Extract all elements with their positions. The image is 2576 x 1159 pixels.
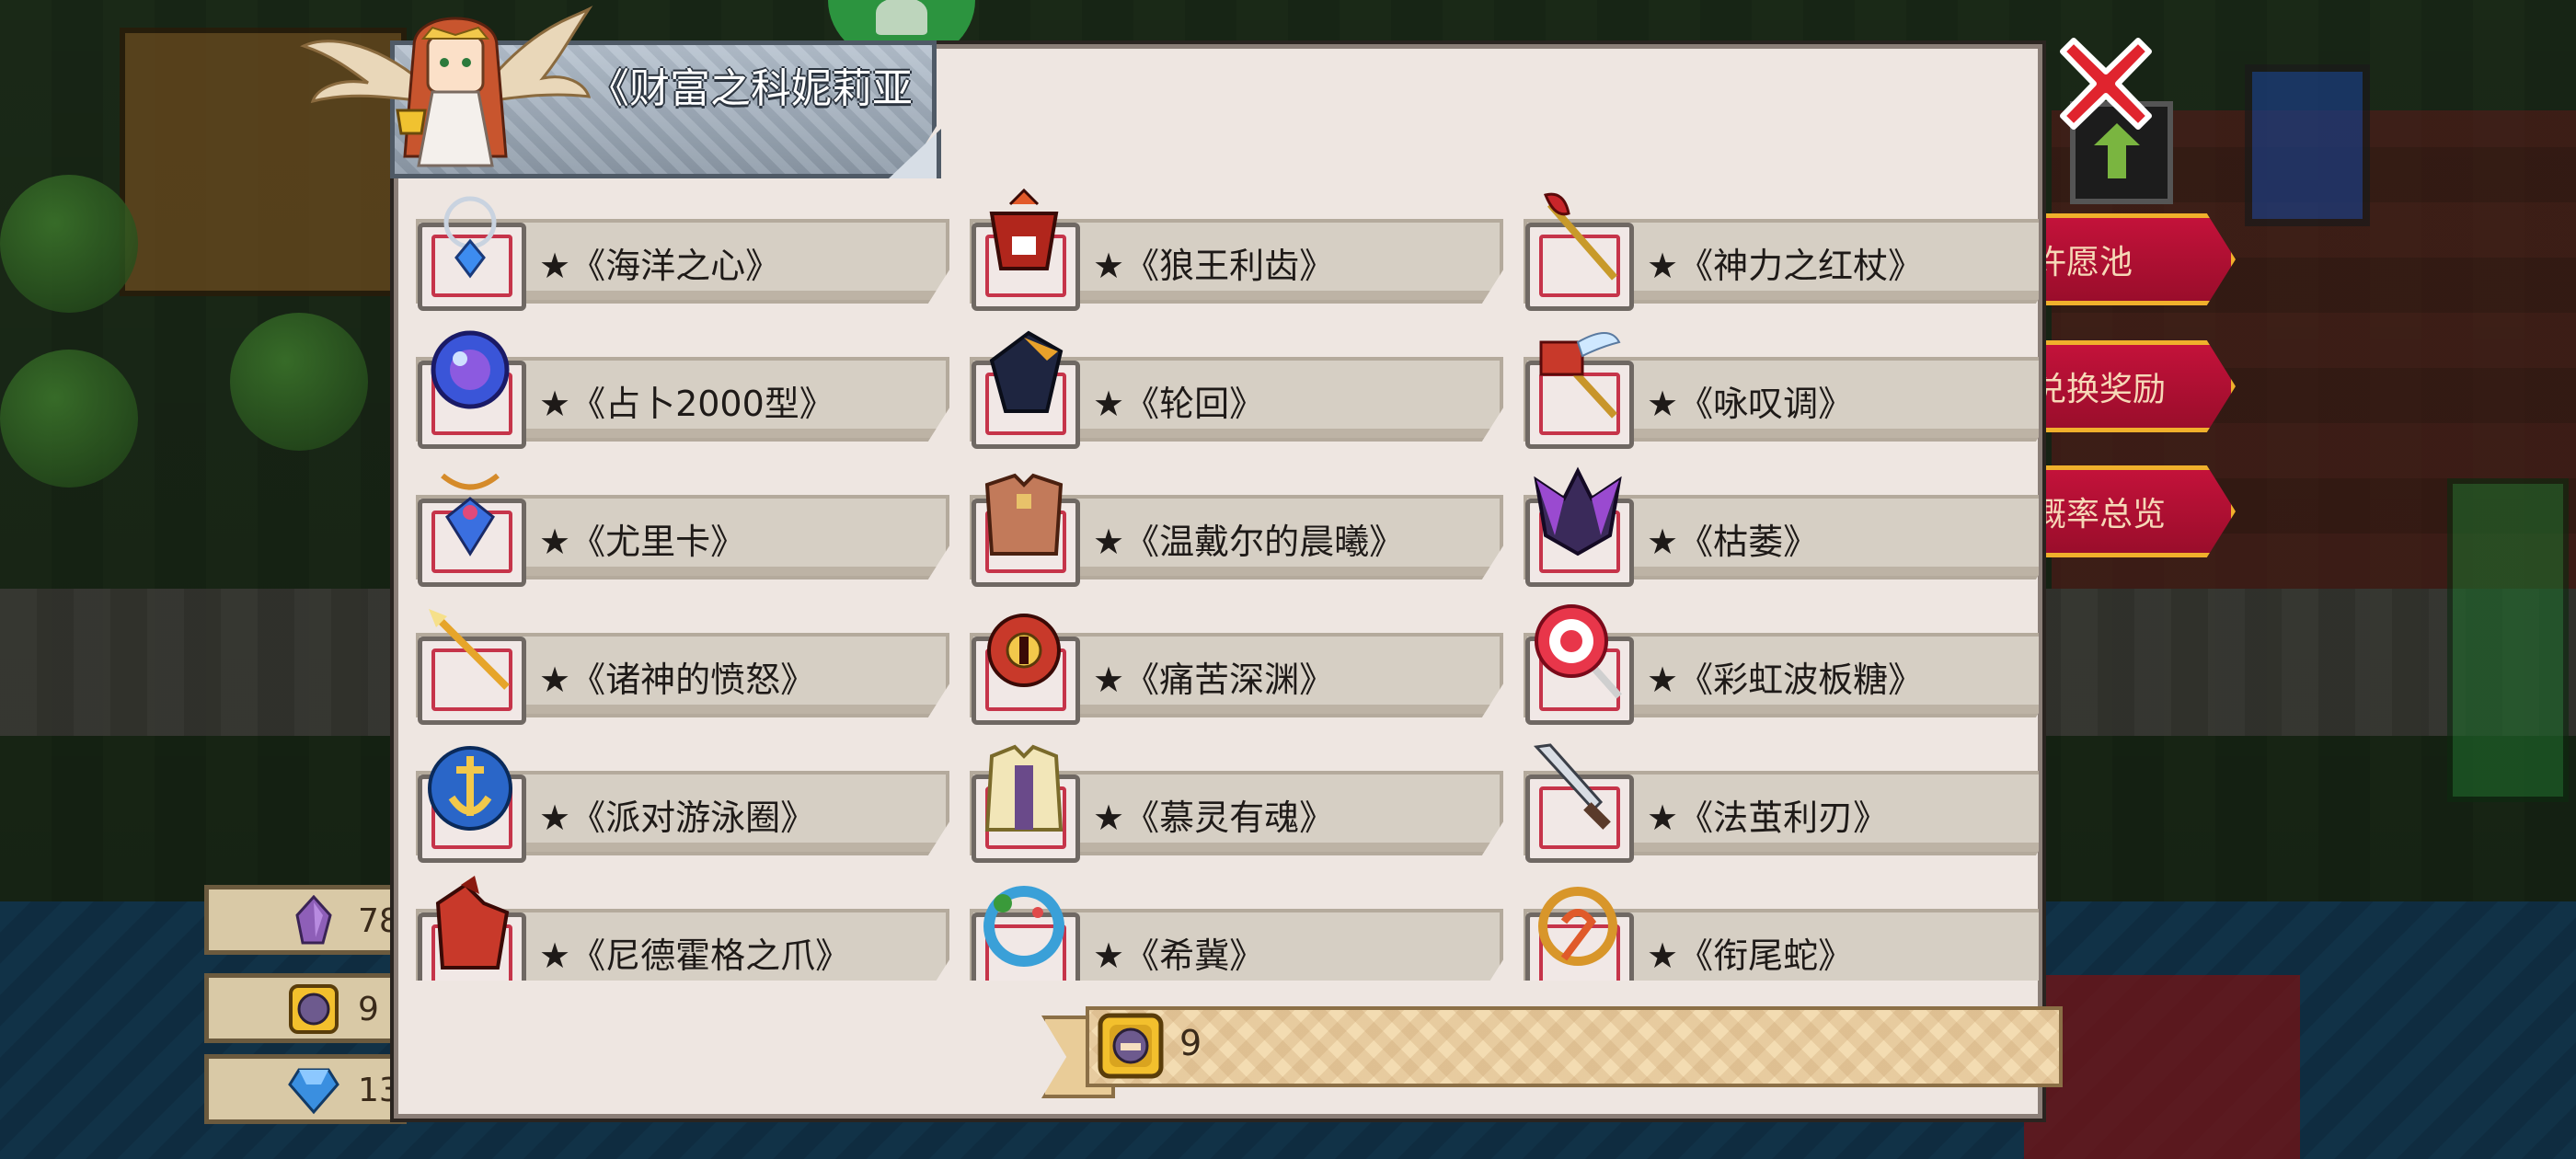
amulet-icon xyxy=(441,473,500,557)
item-cell[interactable]: ★《轮回》 xyxy=(955,318,1509,456)
purple-crystal-icon xyxy=(295,895,332,945)
token-icon xyxy=(1098,1013,1164,1079)
item-cell[interactable]: ★《衔尾蛇》 xyxy=(1509,870,2039,981)
item-label: ★《派对游泳圈》 xyxy=(539,798,816,838)
item-label: ★《诸神的愤怒》 xyxy=(539,660,816,700)
item-list[interactable]: ★《海洋之心》 ★《狼王利齿》 ★《神力之红杖》 ★《占卜2000型》 ★《轮回》 ★《咏… xyxy=(401,180,2039,981)
item-label: ★《轮回》 xyxy=(1093,384,1265,424)
item-cell[interactable]: ★《海洋之心》 xyxy=(401,180,955,318)
crystal-ball-icon xyxy=(431,330,510,409)
item-cell[interactable]: ★《尼德霍格之爪》 xyxy=(401,870,955,981)
character-portrait xyxy=(300,6,593,167)
sword-icon xyxy=(1533,743,1611,830)
shovel-icon xyxy=(876,0,927,35)
red-staff-icon xyxy=(1543,192,1618,281)
abyss-eye-icon xyxy=(987,614,1061,687)
item-cell[interactable]: ★《温戴尔的晨曦》 xyxy=(955,456,1509,594)
close-button[interactable] xyxy=(2057,35,2155,132)
winged-hammer-icon xyxy=(1539,332,1621,419)
item-cell[interactable]: ★《慕灵有魂》 xyxy=(955,732,1509,870)
garden xyxy=(2447,478,2569,802)
currency-gem: 13 xyxy=(204,1054,407,1124)
item-cell[interactable]: ★《咏叹调》 xyxy=(1509,318,2039,456)
robe-icon xyxy=(984,744,1064,832)
currency-bar-value: 9 xyxy=(1179,1023,1202,1063)
item-cell[interactable]: ★《占卜2000型》 xyxy=(401,318,955,456)
dialog-title: 《财富之科妮莉亚 xyxy=(589,65,913,112)
item-label: ★《海洋之心》 xyxy=(539,246,781,286)
item-cell[interactable]: ★《枯萎》 xyxy=(1509,456,2039,594)
item-label: ★《尼德霍格之爪》 xyxy=(539,935,851,976)
golden-spear-icon xyxy=(429,609,510,690)
item-cell[interactable]: ★《彩虹波板糖》 xyxy=(1509,594,2039,732)
item-cell[interactable]: ★《神力之红杖》 xyxy=(1509,180,2039,318)
item-label: ★《法茧利刃》 xyxy=(1647,798,1889,838)
tree xyxy=(0,175,138,313)
item-cell[interactable]: ★《派对游泳圈》 xyxy=(401,732,955,870)
dark-wings-icon xyxy=(1534,466,1622,557)
item-label: ★《占卜2000型》 xyxy=(539,384,834,424)
item-cell[interactable]: ★《希冀》 xyxy=(955,870,1509,981)
item-label: ★《神力之红杖》 xyxy=(1647,246,1924,286)
anchor-icon xyxy=(428,746,512,831)
ouroboros-icon xyxy=(1538,887,1617,966)
item-label: ★《温戴尔的晨曦》 xyxy=(1093,522,1405,562)
currency-bar xyxy=(1086,1006,2063,1087)
tree xyxy=(0,350,138,488)
item-label: ★《希冀》 xyxy=(1093,935,1265,976)
currency-crystal: 78 xyxy=(204,885,407,955)
item-label: ★《咏叹调》 xyxy=(1647,384,1854,424)
red-floor xyxy=(2024,975,2300,1159)
item-cell[interactable]: ★《法茧利刃》 xyxy=(1509,732,2039,870)
serpent-ring-icon xyxy=(983,886,1064,967)
item-label: ★《尤里卡》 xyxy=(539,522,746,562)
item-label: ★《痛苦深渊》 xyxy=(1093,660,1335,700)
item-label: ★《彩虹波板糖》 xyxy=(1647,660,1924,700)
token-icon xyxy=(289,984,339,1034)
lollipop-icon xyxy=(1535,604,1622,699)
wolf-fang-icon xyxy=(989,188,1059,270)
tree xyxy=(230,313,368,451)
gauntlet-icon xyxy=(989,330,1064,413)
item-label: ★《枯萎》 xyxy=(1647,522,1819,562)
item-cell[interactable]: ★《尤里卡》 xyxy=(401,456,955,594)
item-label: ★《狼王利齿》 xyxy=(1093,246,1335,286)
item-cell[interactable]: ★《痛苦深渊》 xyxy=(955,594,1509,732)
item-label: ★《慕灵有魂》 xyxy=(1093,798,1335,838)
item-label: ★《衔尾蛇》 xyxy=(1647,935,1854,976)
armor-icon xyxy=(984,473,1064,556)
dragon-claw-icon xyxy=(435,876,510,970)
necklace-icon xyxy=(443,196,497,279)
close-icon xyxy=(2060,38,2152,130)
blue-gem-icon xyxy=(288,1068,339,1115)
item-cell[interactable]: ★《狼王利齿》 xyxy=(955,180,1509,318)
currency-token: 9 xyxy=(204,973,407,1043)
item-cell[interactable]: ★《诸神的愤怒》 xyxy=(401,594,955,732)
pool xyxy=(2245,64,2370,226)
